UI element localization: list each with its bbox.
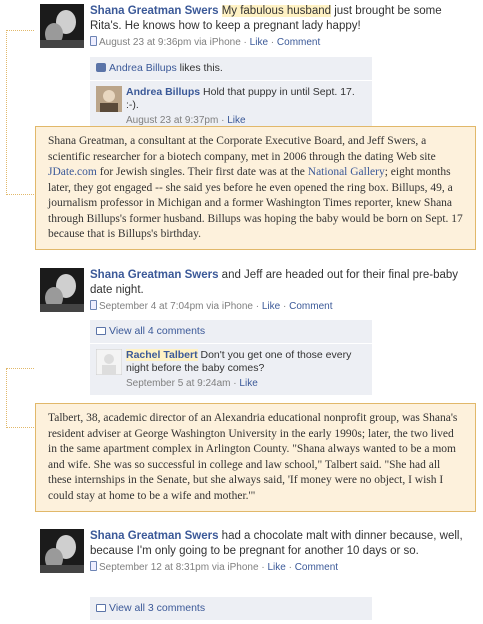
view-all-comments-link[interactable]: View all 3 comments [109, 602, 205, 614]
post-meta: August 23 at 9:36pm via iPhone · Like · … [90, 36, 469, 49]
post-text: Shana Greatman Swers and Jeff are headed… [90, 268, 469, 298]
connector-line-1 [6, 30, 34, 195]
feedback-panel-2: View all 4 comments Rachel Talbert Don't… [90, 320, 372, 395]
comment-bubble-icon [96, 604, 106, 612]
post-timestamp[interactable]: August 23 at 9:36pm via iPhone [99, 37, 241, 48]
phone-icon [90, 36, 97, 46]
post-author-link[interactable]: Shana Greatman Swers [90, 269, 218, 281]
like-link[interactable]: Like [262, 301, 280, 312]
comment-item: Andrea Billups Hold that puppy in until … [90, 81, 372, 132]
liker-name-link[interactable]: Andrea Billups [109, 62, 177, 74]
feedback-panel-3: View all 3 comments [90, 597, 372, 621]
avatar[interactable] [40, 529, 84, 573]
view-all-comments-row[interactable]: View all 3 comments [90, 597, 372, 621]
avatar[interactable] [40, 268, 84, 312]
phone-icon [90, 561, 97, 571]
comment-timestamp: August 23 at 9:37pm [126, 115, 219, 126]
view-all-comments-link[interactable]: View all 4 comments [109, 325, 205, 337]
post-author-link[interactable]: Shana Greatman Swers [90, 5, 218, 17]
comment-like-link[interactable]: Like [239, 378, 257, 389]
post-meta: September 4 at 7:04pm via iPhone · Like … [90, 300, 469, 313]
phone-icon [90, 300, 97, 310]
post-meta: September 12 at 8:31pm via iPhone · Like… [90, 561, 469, 574]
highlighted-text: My fabulous husband [221, 5, 332, 17]
commenter-name-link[interactable]: Andrea Billups [126, 86, 200, 98]
article-excerpt-2: Talbert, 38, academic director of an Ale… [35, 403, 476, 512]
comment-item: Rachel Talbert Don't you get one of thos… [90, 344, 372, 395]
comment-bubble-icon [96, 327, 106, 335]
post-timestamp[interactable]: September 4 at 7:04pm via iPhone [99, 301, 253, 312]
post-author-link[interactable]: Shana Greatman Swers [90, 530, 218, 542]
feedback-panel-1: Andrea Billups likes this. Andrea Billup… [90, 57, 372, 132]
comment-timestamp: September 5 at 9:24am [126, 378, 231, 389]
likes-row: Andrea Billups likes this. [90, 57, 372, 81]
comment-link[interactable]: Comment [277, 37, 320, 48]
excerpt-text: for Jewish singles. Their first date was… [96, 166, 308, 178]
connector-line-2 [6, 368, 34, 428]
comment-like-link[interactable]: Like [227, 115, 245, 126]
likes-suffix: likes this. [176, 62, 223, 74]
view-all-comments-row[interactable]: View all 4 comments [90, 320, 372, 344]
jdate-link[interactable]: JDate.com [48, 166, 97, 178]
comment-link[interactable]: Comment [289, 301, 332, 312]
excerpt-text: Talbert, 38, academic director of an Ale… [48, 412, 458, 502]
avatar[interactable] [96, 86, 122, 112]
commenter-name-link[interactable]: Rachel Talbert [126, 349, 198, 361]
excerpt-text: Shana Greatman, a consultant at the Corp… [48, 135, 436, 163]
avatar[interactable] [40, 4, 84, 48]
post-timestamp[interactable]: September 12 at 8:31pm via iPhone [99, 562, 259, 573]
like-link[interactable]: Like [250, 37, 268, 48]
comment-meta: September 5 at 9:24am · Like [126, 378, 258, 389]
like-link[interactable]: Like [267, 562, 285, 573]
article-excerpt-1: Shana Greatman, a consultant at the Corp… [35, 126, 476, 250]
like-thumb-icon [96, 63, 106, 72]
national-gallery-link[interactable]: National Gallery [308, 166, 385, 178]
avatar[interactable] [95, 348, 123, 376]
post-text: Shana Greatman Swers My fabulous husband… [90, 4, 469, 34]
post-text: Shana Greatman Swers had a chocolate mal… [90, 529, 469, 559]
comment-link[interactable]: Comment [295, 562, 338, 573]
